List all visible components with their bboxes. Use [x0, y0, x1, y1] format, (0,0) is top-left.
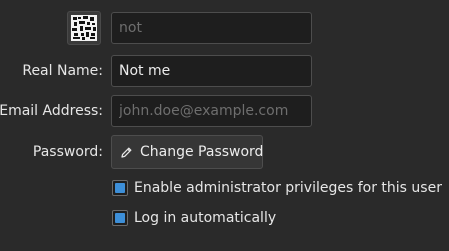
auto-login-checkbox[interactable]: [112, 210, 128, 226]
username-field[interactable]: [111, 12, 312, 44]
email-field[interactable]: [111, 95, 312, 127]
change-password-label: Change Password: [140, 144, 264, 160]
auto-login-label[interactable]: Log in automatically: [134, 210, 276, 226]
admin-privileges-label[interactable]: Enable administrator privileges for this…: [134, 180, 442, 196]
avatar-button[interactable]: [67, 11, 101, 45]
pencil-icon: [120, 145, 133, 159]
admin-privileges-checkbox[interactable]: [112, 180, 128, 196]
change-password-button[interactable]: Change Password: [111, 135, 263, 169]
real-name-field[interactable]: [111, 55, 312, 87]
email-label: Email Address:: [0, 103, 103, 119]
real-name-label: Real Name:: [22, 63, 103, 79]
admin-privileges-option[interactable]: Enable administrator privileges for this…: [112, 178, 442, 198]
avatar-image: [71, 15, 97, 41]
auto-login-option[interactable]: Log in automatically: [112, 208, 276, 228]
password-label: Password:: [32, 144, 103, 160]
